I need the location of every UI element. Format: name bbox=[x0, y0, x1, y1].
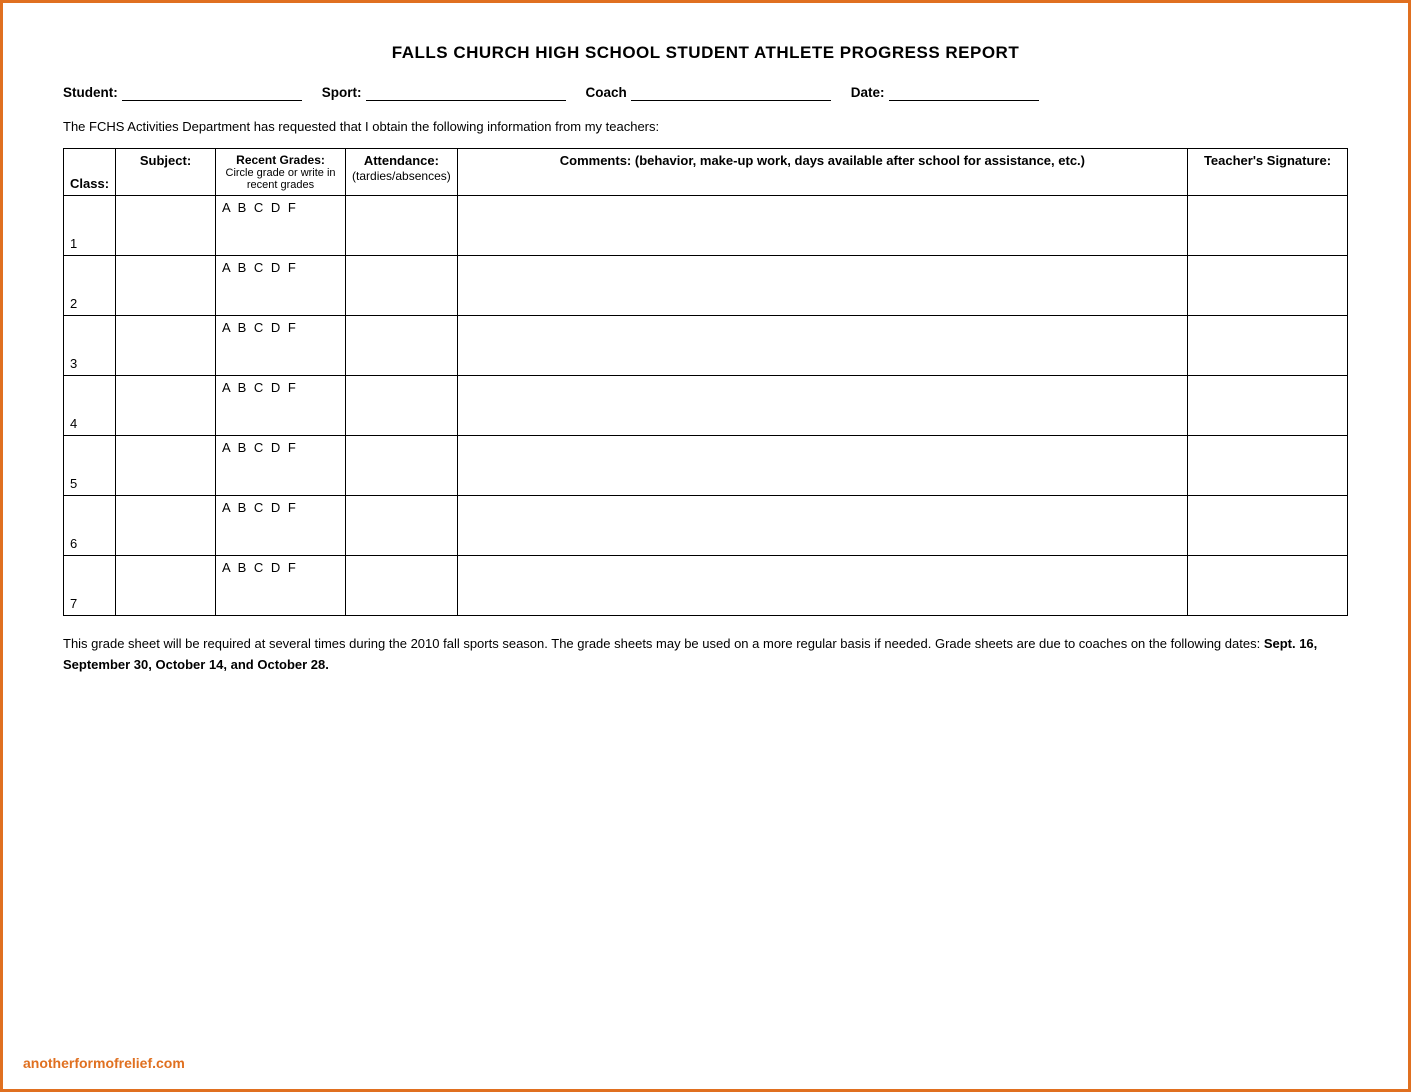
table-row: 7 A B C D F bbox=[64, 556, 1348, 616]
table-row: 2 A B C D F bbox=[64, 256, 1348, 316]
grades-cell: A B C D F bbox=[216, 256, 346, 316]
grades-cell: A B C D F bbox=[216, 196, 346, 256]
student-field: Student: bbox=[63, 85, 302, 101]
subject-cell bbox=[116, 316, 216, 376]
attendance-cell bbox=[346, 376, 458, 436]
page: FALLS CHURCH HIGH SCHOOL STUDENT ATHLETE… bbox=[0, 0, 1411, 1092]
row-number: 5 bbox=[64, 436, 116, 496]
signature-cell bbox=[1188, 256, 1348, 316]
row-number: 7 bbox=[64, 556, 116, 616]
row-number: 4 bbox=[64, 376, 116, 436]
subject-cell bbox=[116, 196, 216, 256]
date-label: Date: bbox=[851, 85, 885, 100]
grades-text: A B C D F bbox=[222, 560, 298, 575]
grades-text: A B C D F bbox=[222, 440, 298, 455]
grades-text: A B C D F bbox=[222, 260, 298, 275]
col-comments: Comments: (behavior, make-up work, days … bbox=[457, 149, 1187, 196]
table-row: 4 A B C D F bbox=[64, 376, 1348, 436]
comments-cell bbox=[457, 376, 1187, 436]
col-class: Class: bbox=[64, 149, 116, 196]
grades-cell: A B C D F bbox=[216, 436, 346, 496]
grades-cell: A B C D F bbox=[216, 556, 346, 616]
comments-cell bbox=[457, 196, 1187, 256]
grades-cell: A B C D F bbox=[216, 376, 346, 436]
signature-cell bbox=[1188, 316, 1348, 376]
student-line bbox=[122, 85, 302, 101]
sport-field: Sport: bbox=[322, 85, 566, 101]
footer-text: This grade sheet will be required at sev… bbox=[63, 634, 1348, 676]
watermark: anotherformofrelief.com bbox=[23, 1055, 185, 1071]
date-field: Date: bbox=[851, 85, 1039, 101]
progress-table: Class: Subject: Recent Grades: Circle gr… bbox=[63, 148, 1348, 616]
row-number: 2 bbox=[64, 256, 116, 316]
col-recent-grades: Recent Grades: Circle grade or write in … bbox=[216, 149, 346, 196]
grades-cell: A B C D F bbox=[216, 496, 346, 556]
signature-cell bbox=[1188, 496, 1348, 556]
table-row: 6 A B C D F bbox=[64, 496, 1348, 556]
grades-text: A B C D F bbox=[222, 320, 298, 335]
coach-line bbox=[631, 85, 831, 101]
comments-cell bbox=[457, 436, 1187, 496]
attendance-cell bbox=[346, 556, 458, 616]
comments-cell bbox=[457, 256, 1187, 316]
table-header-row: Class: Subject: Recent Grades: Circle gr… bbox=[64, 149, 1348, 196]
page-title: FALLS CHURCH HIGH SCHOOL STUDENT ATHLETE… bbox=[63, 43, 1348, 63]
table-row: 5 A B C D F bbox=[64, 436, 1348, 496]
attendance-cell bbox=[346, 436, 458, 496]
sport-label: Sport: bbox=[322, 85, 362, 100]
grades-cell: A B C D F bbox=[216, 316, 346, 376]
grades-text: A B C D F bbox=[222, 500, 298, 515]
sport-line bbox=[366, 85, 566, 101]
table-row: 1 A B C D F bbox=[64, 196, 1348, 256]
signature-cell bbox=[1188, 196, 1348, 256]
col-signature: Teacher's Signature: bbox=[1188, 149, 1348, 196]
subject-cell bbox=[116, 436, 216, 496]
subject-cell bbox=[116, 376, 216, 436]
comments-cell bbox=[457, 556, 1187, 616]
date-line bbox=[889, 85, 1039, 101]
col-attendance: Attendance: (tardies/absences) bbox=[346, 149, 458, 196]
grades-text: A B C D F bbox=[222, 380, 298, 395]
grades-text: A B C D F bbox=[222, 200, 298, 215]
subject-cell bbox=[116, 256, 216, 316]
attendance-cell bbox=[346, 316, 458, 376]
col-subject: Subject: bbox=[116, 149, 216, 196]
row-number: 3 bbox=[64, 316, 116, 376]
signature-cell bbox=[1188, 376, 1348, 436]
coach-field: Coach bbox=[586, 85, 831, 101]
signature-cell bbox=[1188, 436, 1348, 496]
subject-cell bbox=[116, 556, 216, 616]
row-number: 1 bbox=[64, 196, 116, 256]
attendance-cell bbox=[346, 256, 458, 316]
student-label: Student: bbox=[63, 85, 118, 100]
attendance-cell bbox=[346, 496, 458, 556]
header-fields: Student: Sport: Coach Date: bbox=[63, 85, 1348, 101]
attendance-cell bbox=[346, 196, 458, 256]
coach-label: Coach bbox=[586, 85, 627, 100]
subject-cell bbox=[116, 496, 216, 556]
table-row: 3 A B C D F bbox=[64, 316, 1348, 376]
signature-cell bbox=[1188, 556, 1348, 616]
comments-cell bbox=[457, 496, 1187, 556]
row-number: 6 bbox=[64, 496, 116, 556]
footer-text-before: This grade sheet will be required at sev… bbox=[63, 636, 1264, 651]
intro-text: The FCHS Activities Department has reque… bbox=[63, 119, 1348, 134]
comments-cell bbox=[457, 316, 1187, 376]
